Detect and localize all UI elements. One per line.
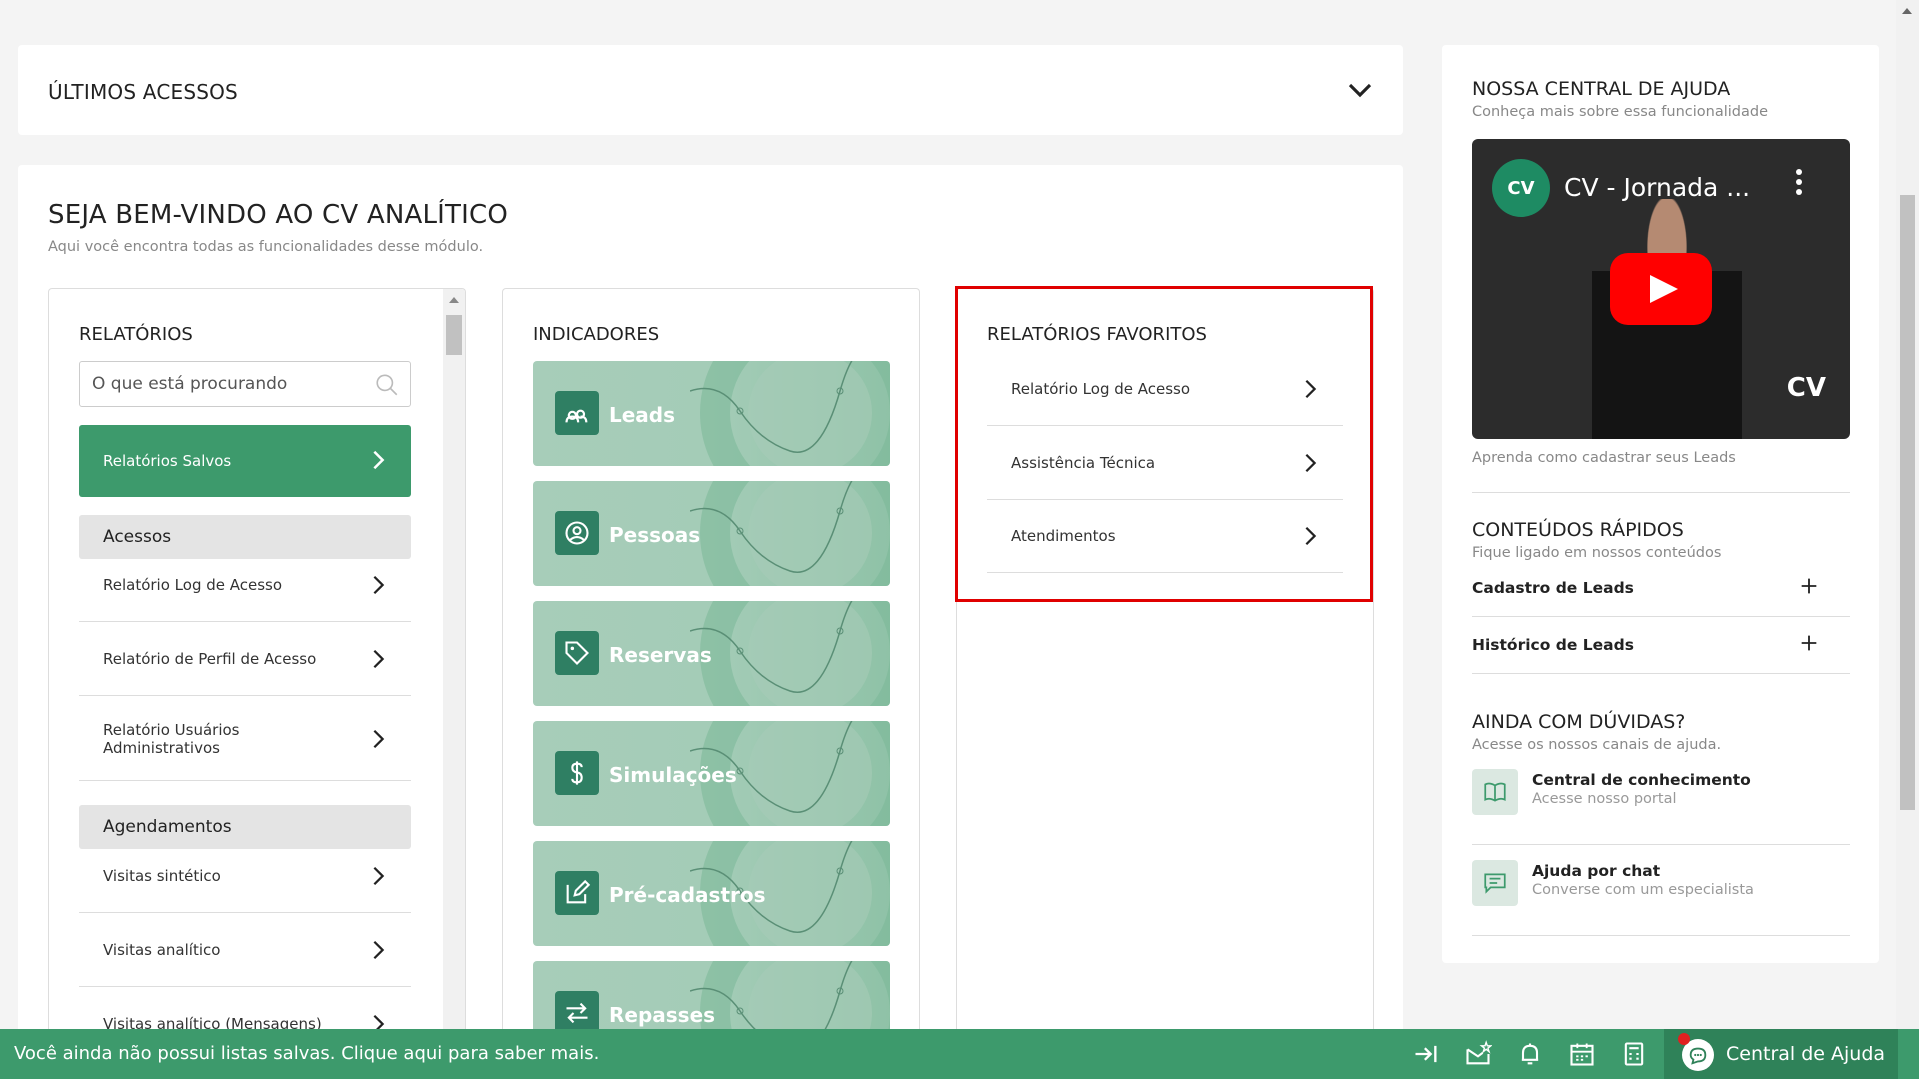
report-item-label: Visitas sintético <box>103 867 221 885</box>
decorative-graph <box>690 481 890 586</box>
indicator-label: Simulações <box>609 763 737 787</box>
edit-icon <box>555 871 599 915</box>
saved-lists-message[interactable]: Você ainda não possui listas salvas. Cli… <box>14 1043 599 1064</box>
chevron-right-icon <box>373 729 385 748</box>
ultimos-acessos-title: ÚLTIMOS ACESSOS <box>48 80 238 104</box>
chevron-right-icon <box>373 649 385 669</box>
video-title: CV - Jornada ... <box>1564 173 1751 202</box>
page-subtitle: Aqui você encontra todas as funcionalida… <box>48 239 484 255</box>
indicator-card-pessoas[interactable]: Pessoas <box>533 481 890 586</box>
channel-title: Ajuda por chat <box>1532 862 1661 880</box>
favorites-highlight-box <box>955 286 1373 602</box>
report-item[interactable]: Visitas sintético <box>79 840 411 913</box>
doubts-subtitle: Acesse os nossos canais de ajuda. <box>1472 737 1722 753</box>
report-item[interactable]: Visitas analítico <box>79 914 411 987</box>
indicator-card-leads[interactable]: Leads <box>533 361 890 466</box>
book-icon <box>1472 769 1518 815</box>
indicadores-title: INDICADORES <box>533 324 660 345</box>
indicator-label: Repasses <box>609 1003 716 1027</box>
ultimos-acessos-panel[interactable]: ÚLTIMOS ACESSOS <box>18 45 1403 135</box>
chevron-right-icon <box>373 575 385 595</box>
report-item[interactable]: Relatório Log de Acesso <box>79 549 411 622</box>
saved-reports-button[interactable]: Relatórios Salvos <box>79 425 411 497</box>
report-item[interactable]: Relatório de Perfil de Acesso <box>79 623 411 696</box>
watermark-logo: CV <box>1786 373 1826 403</box>
video-caption: Aprenda como cadastrar seus Leads <box>1472 450 1736 466</box>
scroll-thumb[interactable] <box>1900 195 1915 810</box>
plus-icon[interactable] <box>1798 575 1820 597</box>
indicator-label: Reservas <box>609 643 712 667</box>
quick-item[interactable]: Cadastro de Leads <box>1472 560 1850 617</box>
indicator-card-reservas[interactable]: Reservas <box>533 601 890 706</box>
collapse-icon[interactable] <box>1412 1040 1440 1068</box>
channel-title: Central de conhecimento <box>1532 771 1751 789</box>
quick-subtitle: Fique ligado em nossos conteúdos <box>1472 545 1722 561</box>
play-icon[interactable] <box>1610 253 1712 325</box>
search-box[interactable] <box>79 361 411 407</box>
chat-icon <box>1472 860 1518 906</box>
scroll-up-icon[interactable] <box>449 297 459 303</box>
help-title: NOSSA CENTRAL DE AJUDA <box>1472 78 1731 100</box>
chevron-down-icon[interactable] <box>1345 75 1375 105</box>
relatorios-scrollbar[interactable] <box>443 289 465 1048</box>
help-channel-chat[interactable]: Ajuda por chat Converse com um especiali… <box>1472 846 1850 936</box>
notification-badge <box>1678 1033 1690 1045</box>
saved-reports-label: Relatórios Salvos <box>103 452 232 470</box>
dollar-icon <box>555 751 599 795</box>
bell-icon[interactable] <box>1516 1040 1544 1068</box>
plus-icon[interactable] <box>1798 632 1820 654</box>
report-item-label: Visitas analítico <box>103 941 221 959</box>
quick-item[interactable]: Histórico de Leads <box>1472 617 1850 674</box>
scroll-thumb[interactable] <box>446 315 462 355</box>
report-item-label: Relatório de Perfil de Acesso <box>103 650 317 668</box>
chevron-right-icon <box>373 866 385 886</box>
scroll-up-icon[interactable] <box>1902 8 1912 14</box>
indicadores-column: INDICADORES Leads Pessoas Reservas Simulaçõ… <box>502 288 920 1048</box>
decorative-graph <box>690 361 890 466</box>
more-options-icon[interactable] <box>1796 169 1802 195</box>
report-item-label: Relatório Log de Acesso <box>103 576 283 594</box>
report-item-label: Relatório Usuários Administrativos <box>103 720 240 757</box>
calendar-icon[interactable] <box>1568 1040 1596 1068</box>
help-center-label: Central de Ajuda <box>1726 1043 1886 1065</box>
channel-subtitle: Acesse nosso portal <box>1532 791 1677 807</box>
report-item[interactable]: Relatório Usuários Administrativos <box>79 697 411 781</box>
quick-item-label: Histórico de Leads <box>1472 636 1634 654</box>
relatorios-title: RELATÓRIOS <box>79 324 193 345</box>
search-input[interactable] <box>80 362 360 406</box>
indicator-label: Pré-cadastros <box>609 883 766 907</box>
mail-star-icon[interactable] <box>1464 1040 1492 1068</box>
search-icon[interactable] <box>374 372 400 398</box>
channel-subtitle: Converse com um especialista <box>1532 882 1754 898</box>
quick-title: CONTEÚDOS RÁPIDOS <box>1472 519 1684 541</box>
page-scrollbar[interactable] <box>1896 0 1919 1029</box>
quick-item-label: Cadastro de Leads <box>1472 579 1634 597</box>
page-title: SEJA BEM-VINDO AO CV ANALÍTICO <box>48 200 509 230</box>
relatorios-column: RELATÓRIOS Relatórios Salvos Acessos Rel… <box>48 288 466 1048</box>
bottom-bar: Você ainda não possui listas salvas. Cli… <box>0 1029 1919 1079</box>
divider <box>1472 492 1850 493</box>
help-panel: NOSSA CENTRAL DE AJUDA Conheça mais sobr… <box>1442 45 1879 963</box>
indicator-card-pre-cadastros[interactable]: Pré-cadastros <box>533 841 890 946</box>
indicator-card-simulacoes[interactable]: Simulações <box>533 721 890 826</box>
help-channel-knowledge[interactable]: Central de conhecimento Acesse nosso por… <box>1472 755 1850 845</box>
video-player[interactable]: CV CV - Jornada ... CV <box>1472 139 1850 439</box>
tag-icon <box>555 631 599 675</box>
chevron-right-icon <box>373 940 385 960</box>
indicator-label: Leads <box>609 403 676 427</box>
doubts-title: AINDA COM DÚVIDAS? <box>1472 711 1686 733</box>
indicator-label: Pessoas <box>609 523 701 547</box>
help-center-button[interactable]: Central de Ajuda <box>1664 1029 1898 1079</box>
decorative-graph <box>690 601 890 706</box>
help-subtitle: Conheça mais sobre essa funcionalidade <box>1472 104 1768 120</box>
person-circle-icon <box>555 511 599 555</box>
chevron-right-icon <box>373 450 385 470</box>
channel-logo: CV <box>1492 159 1550 217</box>
users-icon <box>555 391 599 435</box>
calculator-icon[interactable] <box>1620 1040 1648 1068</box>
